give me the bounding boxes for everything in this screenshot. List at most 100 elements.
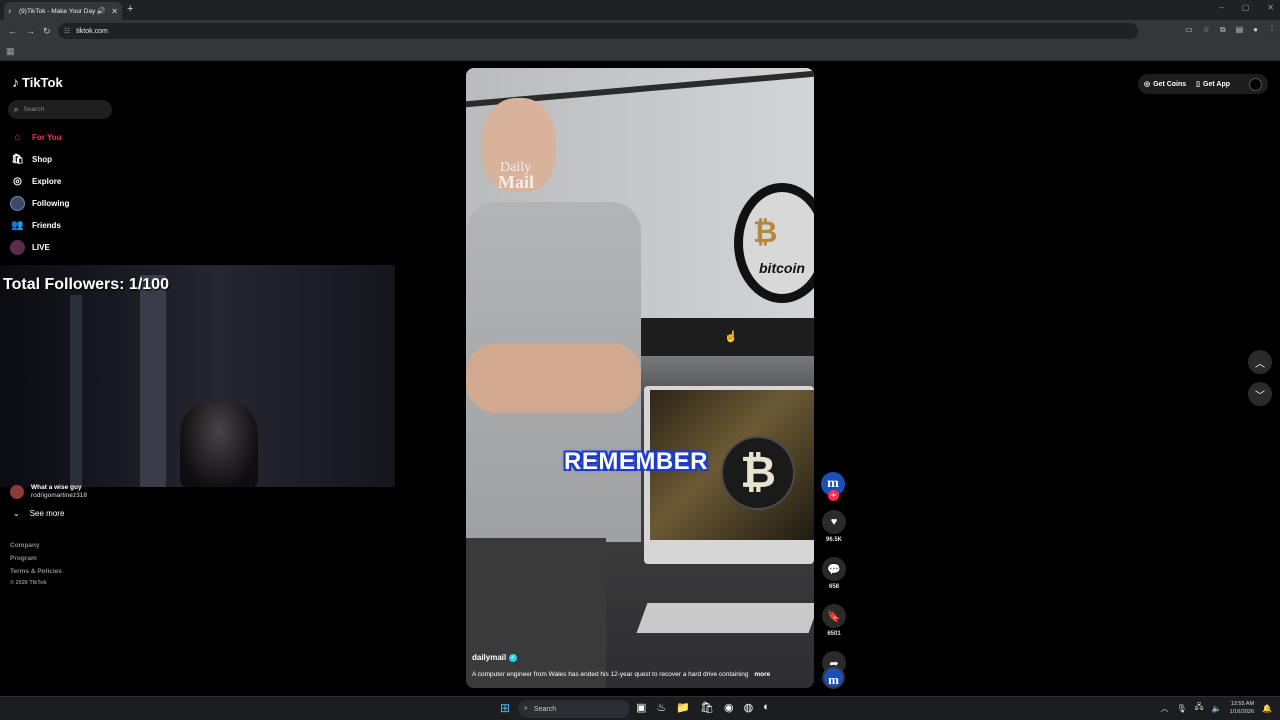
previous-video-button[interactable]: ︿ <box>1248 350 1272 374</box>
chevron-down-icon: ﹀ <box>1255 390 1265 402</box>
back-icon[interactable]: ← <box>8 25 17 37</box>
video-description: A computer engineer from Wales has ended… <box>472 671 771 678</box>
bookmarks-bar: ▦ <box>0 42 1280 61</box>
reload-icon[interactable]: ↻ <box>43 25 51 37</box>
account-handle: rodrigomartinez318 <box>31 492 88 499</box>
bookmark-star-icon[interactable]: ☆ <box>1203 25 1210 35</box>
sidebar-item-explore[interactable]: ◎ Explore <box>10 170 120 192</box>
forward-icon[interactable]: → <box>26 25 35 37</box>
footer-link-company[interactable]: Company <box>10 542 62 549</box>
taskbar-apps: ▣ ♨ 📁 🛍 ◉ ◍ ◐ <box>636 701 770 714</box>
home-icon: ⌂ <box>14 131 21 143</box>
maximize-icon[interactable]: ▢ <box>1242 3 1250 12</box>
task-view-icon[interactable]: ▣ <box>636 701 646 714</box>
heart-icon[interactable]: ♥ <box>822 510 846 534</box>
close-window-icon[interactable]: ✕ <box>1267 3 1274 12</box>
top-right-actions: ◎ Get Coins ▯ Get App <box>1138 74 1268 94</box>
mouse-cursor-icon: ☝ <box>724 331 738 343</box>
steam-icon[interactable]: ♨ <box>656 701 666 714</box>
sidepanel-icon[interactable]: ▤ <box>1236 25 1244 35</box>
following-account-item[interactable]: What a wise guy rodrigomartinez318 <box>10 484 87 499</box>
person-arms <box>466 343 641 413</box>
sidebar-item-for-you[interactable]: ⌂ For You <box>10 126 120 148</box>
browser-tab[interactable]: ♪ (9)TikTok - Make Your Day 🔊 ✕ <box>4 2 122 20</box>
tray-chevron-icon[interactable]: ︿ <box>1161 703 1169 714</box>
followers-counter: Total Followers: 1/100 <box>3 276 169 293</box>
discord-icon[interactable]: ◐ <box>763 701 770 714</box>
sidebar-footer: Company Program Terms & Policies © 2026 … <box>10 542 62 592</box>
sidebar-item-friends[interactable]: 👥 Friends <box>10 214 120 236</box>
menu-icon[interactable]: ⋮ <box>1268 25 1276 35</box>
notification-icon[interactable]: 🔔 <box>1262 704 1272 713</box>
sidebar-item-following[interactable]: Following <box>10 192 120 214</box>
footer-link-terms[interactable]: Terms & Policies <box>10 568 62 575</box>
chrome-icon[interactable]: ◉ <box>724 701 734 714</box>
live-icon <box>10 239 25 255</box>
taskbar-search[interactable]: ⌕ Search <box>518 700 630 718</box>
video-caption: REMEMBER <box>564 448 709 475</box>
person-pants <box>466 538 606 688</box>
video-username[interactable]: dailymail ✓ <box>472 653 518 662</box>
search-icon: ⌕ <box>524 705 528 712</box>
browser-toolbar: ← → ↻ ☷ tiktok.com ▭ ☆ ⧉ ▤ ● ⋮ <box>0 20 1280 42</box>
friends-icon: 👥 <box>11 219 24 231</box>
address-bar[interactable]: ☷ tiktok.com <box>58 23 1138 39</box>
follow-plus-icon[interactable]: + <box>828 490 839 501</box>
account-name: What a wise guy <box>31 484 82 491</box>
search-box[interactable]: ⌕ <box>8 100 112 119</box>
obs-icon[interactable]: ◍ <box>744 701 754 714</box>
new-tab-button[interactable]: + <box>127 3 133 15</box>
profile-avatar[interactable] <box>1249 77 1262 91</box>
minimize-icon[interactable]: – <box>1219 3 1223 12</box>
action-bar: m + ♥ 96.5K 💬 658 🔖 6501 ➦ 2636 <box>821 472 847 684</box>
next-video-button[interactable]: ﹀ <box>1248 382 1272 406</box>
apps-grid-icon[interactable]: ▦ <box>6 46 15 57</box>
video-player[interactable]: ₿ bitcoin ₿ Daily Mail REMEMBER ☝ dailym… <box>466 68 814 688</box>
network-icon[interactable]: 🖧 <box>1195 701 1204 715</box>
cast-icon[interactable]: ▭ <box>1185 25 1193 35</box>
windows-taskbar: ⊞ ⌕ Search ▣ ♨ 📁 🛍 ◉ ◍ ◐ ︿ 🎙 🖧 🔈 12:55 A… <box>0 696 1280 720</box>
sidebar-nav: ⌂ For You 🛍 Shop ◎ Explore Following 👥 F… <box>10 126 120 258</box>
save-count: 6501 <box>827 631 841 637</box>
profile-icon[interactable]: ● <box>1253 25 1258 35</box>
comment-action[interactable]: 💬 658 <box>821 557 847 590</box>
like-action[interactable]: ♥ 96.5K <box>821 510 847 543</box>
creator-avatar[interactable]: m + <box>821 472 845 501</box>
windows-start-icon[interactable]: ⊞ <box>500 701 510 715</box>
tab-close-icon[interactable]: ✕ <box>111 7 118 16</box>
search-input[interactable] <box>23 106 104 113</box>
taskbar-clock[interactable]: 12:55 AM 1/16/2026 <box>1230 700 1254 716</box>
more-button[interactable]: more <box>754 671 770 678</box>
get-coins-button[interactable]: ◎ Get Coins <box>1144 80 1186 89</box>
video-person <box>466 98 641 688</box>
avatar-icon <box>10 195 25 211</box>
file-explorer-icon[interactable]: 📁 <box>676 701 690 714</box>
get-app-button[interactable]: ▯ Get App <box>1196 80 1230 89</box>
save-action[interactable]: 🔖 6501 <box>821 604 847 637</box>
coin-icon: ◎ <box>1144 81 1151 88</box>
volume-icon[interactable]: 🔈 <box>1212 704 1222 713</box>
daily-mail-watermark: Daily Mail <box>498 160 534 192</box>
compass-icon: ◎ <box>13 175 22 187</box>
comment-count: 658 <box>828 584 839 590</box>
extension-icon[interactable]: ⧉ <box>1220 25 1226 35</box>
footer-link-program[interactable]: Program <box>10 555 62 562</box>
see-more-button[interactable]: ⌄ See more <box>13 509 64 518</box>
audio-playing-icon[interactable]: 🔊 <box>97 7 106 15</box>
comment-icon[interactable]: 💬 <box>822 557 846 581</box>
background-door <box>140 275 166 487</box>
sidebar-item-live[interactable]: LIVE <box>10 236 120 258</box>
video-keyboard <box>636 603 814 633</box>
toolbar-icons: ▭ ☆ ⧉ ▤ ● ⋮ <box>1185 25 1276 35</box>
tiktok-logo[interactable]: ♪ TikTok <box>12 74 63 90</box>
microphone-icon[interactable]: 🎙 <box>1177 704 1187 713</box>
store-icon[interactable]: 🛍 <box>700 701 714 714</box>
streamer-face <box>180 400 258 487</box>
like-count: 96.5K <box>825 537 842 543</box>
bookmark-icon[interactable]: 🔖 <box>822 604 846 628</box>
url-text: tiktok.com <box>76 27 108 35</box>
site-info-icon[interactable]: ☷ <box>64 27 70 35</box>
sound-disc-avatar[interactable]: m <box>822 666 845 689</box>
bitcoin-symbol-icon: ₿ <box>753 216 778 249</box>
sidebar-item-shop[interactable]: 🛍 Shop <box>10 148 120 170</box>
